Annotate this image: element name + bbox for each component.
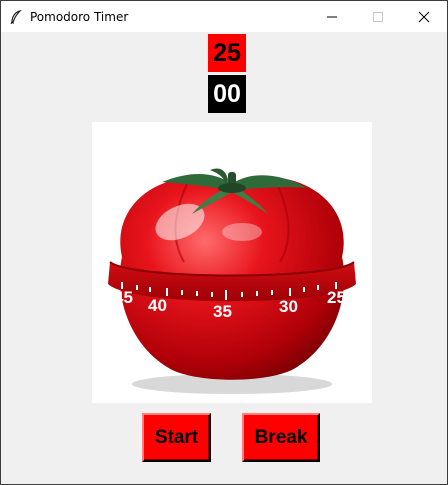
dial-number: 45: [114, 288, 133, 307]
tomato-timer-image: 45 40 35 30 25: [92, 122, 372, 403]
window-title: Pomodoro Timer: [30, 9, 129, 24]
maximize-icon[interactable]: [355, 1, 401, 32]
minimize-icon[interactable]: [309, 1, 355, 32]
dial-number: 30: [279, 297, 298, 316]
break-button[interactable]: Break: [242, 413, 320, 462]
seconds-display: 00: [208, 75, 246, 113]
title-bar[interactable]: Pomodoro Timer: [1, 1, 447, 32]
start-button[interactable]: Start: [142, 413, 211, 462]
close-icon[interactable]: [401, 1, 447, 32]
app-window: Pomodoro Timer 25 00 45 40 35 30 25 Star…: [0, 0, 448, 485]
feather-icon: [8, 9, 24, 25]
dial-number: 40: [148, 296, 167, 315]
dial-number: 25: [327, 288, 346, 307]
dial-number: 35: [213, 302, 232, 321]
minutes-display: 25: [208, 34, 246, 72]
